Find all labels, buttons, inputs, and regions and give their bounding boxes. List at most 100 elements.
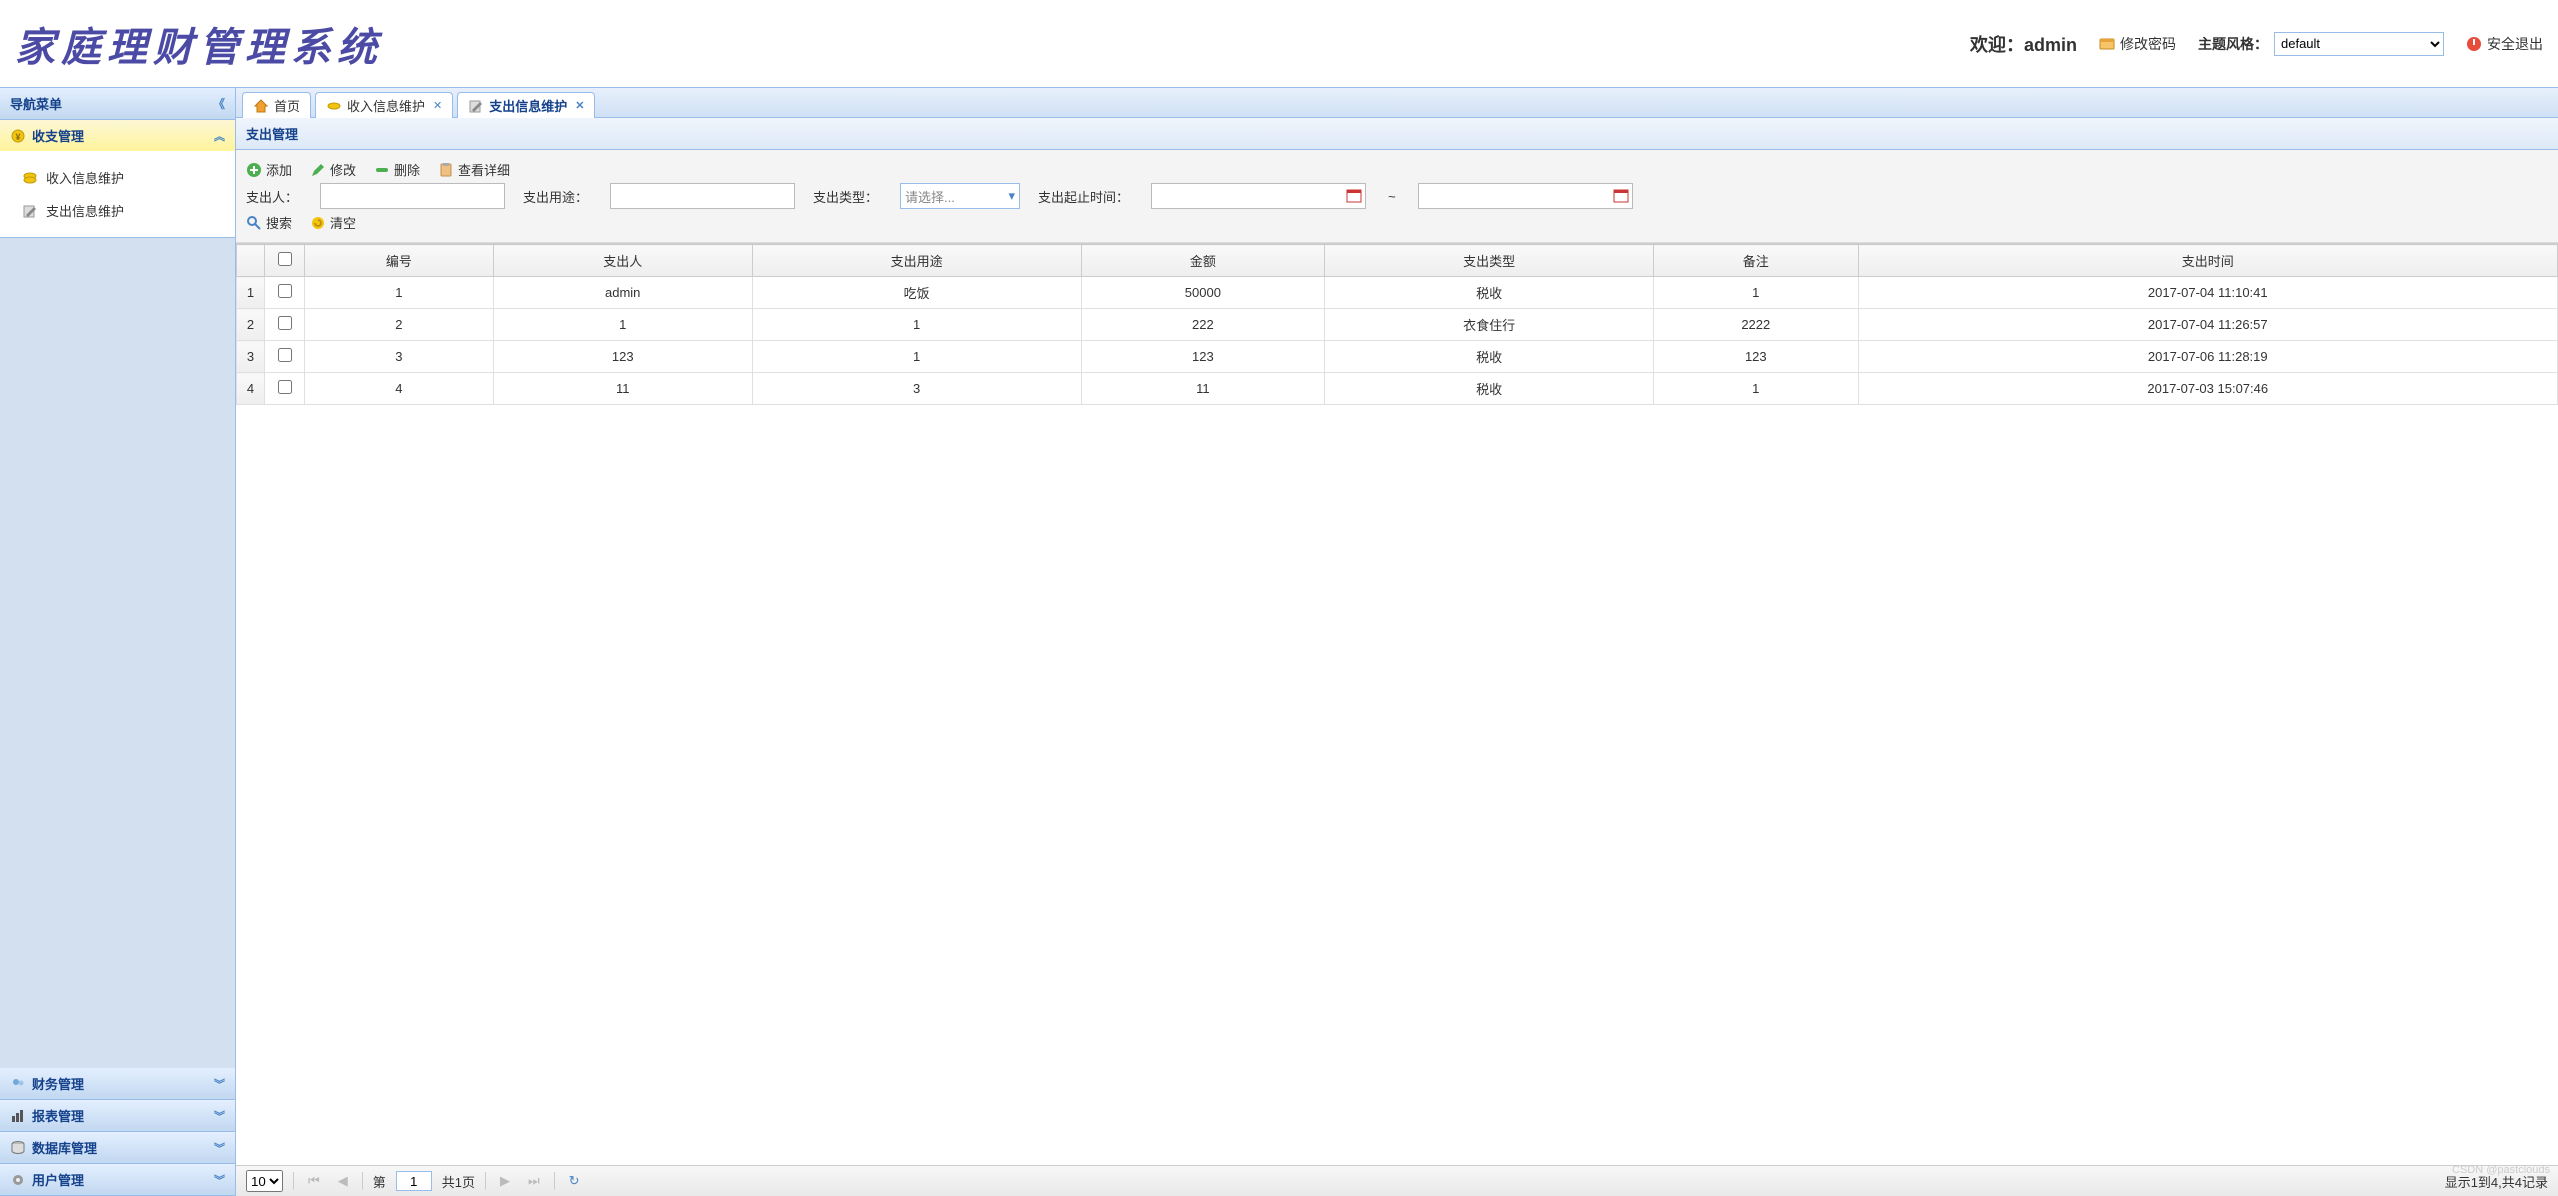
col-time[interactable]: 支出时间 bbox=[1858, 245, 2557, 277]
close-icon[interactable]: ✕ bbox=[433, 99, 442, 112]
row-checkbox[interactable] bbox=[278, 316, 292, 330]
key-icon bbox=[2099, 36, 2115, 52]
watermark: CSDN @pastclouds bbox=[2452, 1164, 2550, 1176]
col-id[interactable]: 编号 bbox=[305, 245, 494, 277]
clear-button[interactable]: 清空 bbox=[310, 213, 356, 232]
chevron-down-icon bbox=[214, 1140, 225, 1156]
data-cell: 税收 bbox=[1325, 277, 1654, 309]
table-row[interactable]: 3 31231123税收1232017-07-06 11:28:19 bbox=[237, 341, 2558, 373]
sidebar-panel-income-expense[interactable]: ¥ 收支管理 bbox=[0, 120, 235, 151]
app-title: 家庭理财管理系统 bbox=[15, 15, 383, 73]
data-cell: 2017-07-06 11:28:19 bbox=[1858, 341, 2557, 373]
rownum-cell: 1 bbox=[237, 277, 265, 309]
tab-income[interactable]: 收入信息维护 ✕ bbox=[315, 92, 453, 118]
col-purpose[interactable]: 支出用途 bbox=[752, 245, 1081, 277]
logout-link[interactable]: 安全退出 bbox=[2466, 34, 2543, 54]
next-page-button[interactable]: ▶ bbox=[496, 1173, 514, 1189]
app-header: 家庭理财管理系统 欢迎：admin 修改密码 主题风格： default 安全退… bbox=[0, 0, 2558, 88]
filter-date-from[interactable] bbox=[1151, 183, 1366, 209]
sidebar-collapse-button[interactable]: 《 bbox=[213, 95, 225, 112]
clipboard-icon bbox=[438, 162, 454, 178]
select-all-checkbox[interactable] bbox=[278, 252, 292, 266]
theme-selector: 主题风格： default bbox=[2198, 32, 2444, 56]
chevron-up-icon bbox=[214, 128, 225, 144]
data-cell: 2017-07-03 15:07:46 bbox=[1858, 373, 2557, 405]
edit-button[interactable]: 修改 bbox=[310, 160, 356, 179]
data-cell: 衣食住行 bbox=[1325, 309, 1654, 341]
tab-home[interactable]: 首页 bbox=[242, 92, 311, 118]
sidebar-panel-database[interactable]: 数据库管理 bbox=[0, 1132, 235, 1163]
data-cell: 3 bbox=[305, 341, 494, 373]
filter-purpose-input[interactable] bbox=[610, 183, 795, 209]
chart-icon bbox=[10, 1108, 26, 1124]
table-row[interactable]: 4 411311税收12017-07-03 15:07:46 bbox=[237, 373, 2558, 405]
filter-type-label: 支出类型： bbox=[813, 187, 878, 206]
theme-select[interactable]: default bbox=[2274, 32, 2444, 56]
data-cell: 2 bbox=[305, 309, 494, 341]
checkbox-cell bbox=[265, 341, 305, 373]
delete-button[interactable]: 删除 bbox=[374, 160, 420, 179]
sidebar-panel-reports[interactable]: 报表管理 bbox=[0, 1100, 235, 1131]
rownum-cell: 4 bbox=[237, 373, 265, 405]
sidebar-item-expense[interactable]: 支出信息维护 bbox=[0, 194, 235, 227]
calendar-icon bbox=[1613, 187, 1629, 203]
table-row[interactable]: 1 1admin吃饭50000税收12017-07-04 11:10:41 bbox=[237, 277, 2558, 309]
table-header-row: 编号 支出人 支出用途 金额 支出类型 备注 支出时间 bbox=[237, 245, 2558, 277]
detail-button[interactable]: 查看详细 bbox=[438, 160, 510, 179]
chevron-down-icon bbox=[214, 1076, 225, 1092]
filter-purpose-label: 支出用途： bbox=[523, 187, 588, 206]
close-icon[interactable]: ✕ bbox=[575, 99, 584, 112]
sidebar-item-income[interactable]: 收入信息维护 bbox=[0, 161, 235, 194]
add-button[interactable]: 添加 bbox=[246, 160, 292, 179]
users-icon bbox=[10, 1076, 26, 1092]
change-password-link[interactable]: 修改密码 bbox=[2099, 34, 2176, 54]
page-number-input[interactable] bbox=[396, 1171, 432, 1191]
toolbar: 添加 修改 删除 查看详细 支出人： bbox=[236, 150, 2558, 243]
data-cell: 123 bbox=[1654, 341, 1858, 373]
chevron-down-icon bbox=[214, 1172, 225, 1188]
rownum-cell: 2 bbox=[237, 309, 265, 341]
row-checkbox[interactable] bbox=[278, 348, 292, 362]
chevron-down-icon: ▾ bbox=[1009, 188, 1016, 204]
svg-text:¥: ¥ bbox=[15, 132, 20, 142]
data-cell: 2017-07-04 11:26:57 bbox=[1858, 309, 2557, 341]
checkbox-cell bbox=[265, 277, 305, 309]
sidebar-panel-users[interactable]: 用户管理 bbox=[0, 1164, 235, 1195]
data-cell: 1 bbox=[305, 277, 494, 309]
tilde-separator: ~ bbox=[1388, 189, 1396, 204]
row-checkbox[interactable] bbox=[278, 284, 292, 298]
data-cell: 税收 bbox=[1325, 341, 1654, 373]
filter-date-to[interactable] bbox=[1418, 183, 1633, 209]
reload-button[interactable]: ↻ bbox=[565, 1173, 584, 1189]
sidebar-panel-finance[interactable]: 财务管理 bbox=[0, 1068, 235, 1099]
filter-daterange-label: 支出起止时间： bbox=[1038, 187, 1129, 206]
data-cell: 税收 bbox=[1325, 373, 1654, 405]
data-cell: 1 bbox=[1654, 373, 1858, 405]
exit-icon bbox=[2466, 36, 2482, 52]
search-button[interactable]: 搜索 bbox=[246, 213, 292, 232]
sidebar-item-label: 支出信息维护 bbox=[46, 201, 124, 220]
col-remark[interactable]: 备注 bbox=[1654, 245, 1858, 277]
edit-note-icon bbox=[22, 203, 38, 219]
filter-type-select[interactable]: 请选择... ▾ bbox=[900, 183, 1020, 209]
page-size-select[interactable]: 10 bbox=[246, 1170, 283, 1192]
last-page-button[interactable]: ⏭ bbox=[524, 1173, 544, 1189]
data-cell: 123 bbox=[493, 341, 752, 373]
prev-page-button[interactable]: ◀ bbox=[334, 1173, 352, 1189]
data-cell: 3 bbox=[752, 373, 1081, 405]
data-cell: 50000 bbox=[1081, 277, 1324, 309]
col-person[interactable]: 支出人 bbox=[493, 245, 752, 277]
table-row[interactable]: 2 211222衣食住行22222017-07-04 11:26:57 bbox=[237, 309, 2558, 341]
gear-icon bbox=[10, 1172, 26, 1188]
col-checkbox bbox=[265, 245, 305, 277]
data-cell: 1 bbox=[752, 341, 1081, 373]
col-amount[interactable]: 金额 bbox=[1081, 245, 1324, 277]
filter-person-input[interactable] bbox=[320, 183, 505, 209]
tab-expense[interactable]: 支出信息维护 ✕ bbox=[457, 92, 595, 118]
theme-label: 主题风格： bbox=[2198, 34, 2268, 54]
first-page-button[interactable]: ⏮ bbox=[304, 1173, 324, 1189]
data-cell: 1 bbox=[752, 309, 1081, 341]
col-rownum bbox=[237, 245, 265, 277]
row-checkbox[interactable] bbox=[278, 380, 292, 394]
col-type[interactable]: 支出类型 bbox=[1325, 245, 1654, 277]
